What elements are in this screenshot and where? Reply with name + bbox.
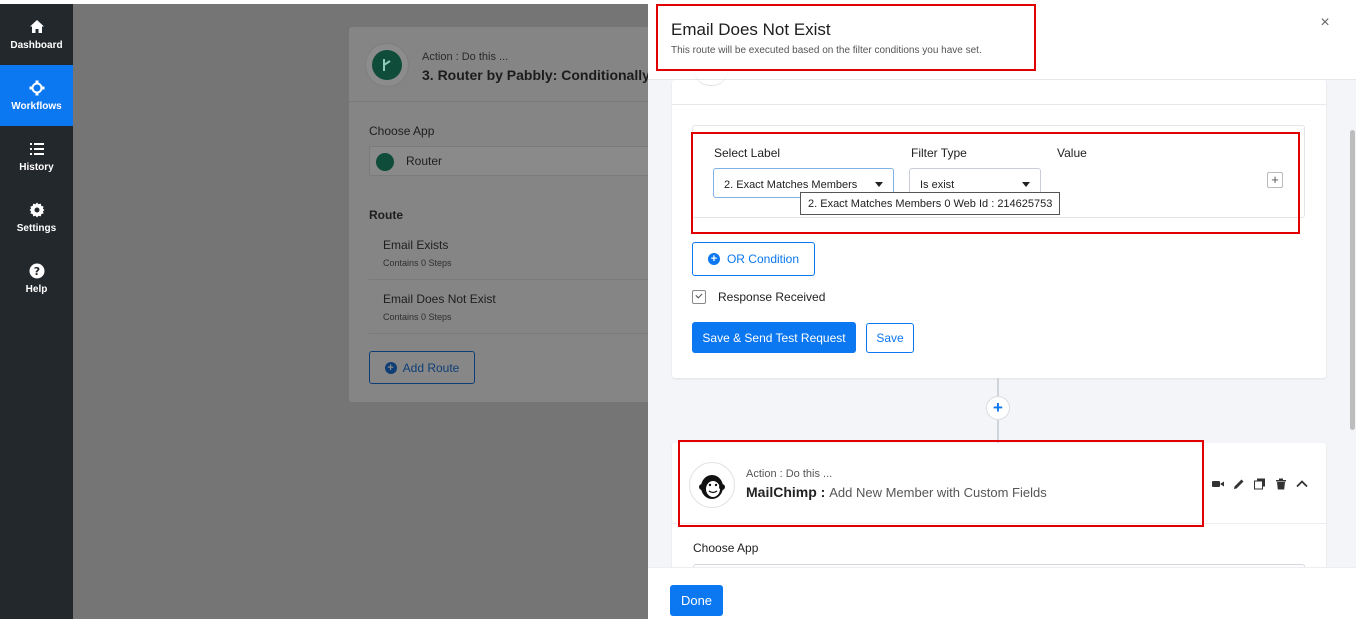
router-choose-app-label: Choose App bbox=[369, 124, 435, 138]
router-logo bbox=[365, 43, 409, 87]
route-steps: Contains 0 Steps bbox=[383, 258, 452, 268]
router-app-icon bbox=[376, 153, 394, 171]
mailchimp-action-desc: Add New Member with Custom Fields bbox=[829, 485, 1047, 500]
close-icon[interactable]: × bbox=[1316, 14, 1334, 32]
step-actions bbox=[1212, 477, 1308, 490]
card-divider bbox=[672, 523, 1326, 524]
scrollbar-thumb[interactable] bbox=[1350, 130, 1355, 430]
connector-line bbox=[997, 420, 999, 443]
plus-circle-icon: + bbox=[707, 253, 720, 265]
select-label-tooltip: 2. Exact Matches Members 0 Web Id : 2146… bbox=[800, 192, 1061, 215]
route-item-email-exists[interactable]: Email Exists Contains 0 Steps bbox=[369, 228, 651, 280]
workflow-icon bbox=[28, 79, 46, 97]
panel-title: Email Does Not Exist bbox=[671, 20, 831, 39]
mailchimp-app-name: MailChimp : bbox=[746, 484, 826, 500]
sidebar-item-history[interactable]: History bbox=[0, 126, 73, 187]
route-steps: Contains 0 Steps bbox=[383, 312, 452, 322]
filter-type-header: Filter Type bbox=[911, 146, 967, 160]
panel-subtitle: This route will be executed based on the… bbox=[671, 45, 982, 56]
add-filter-button[interactable]: + bbox=[1267, 172, 1283, 188]
checkbox-icon[interactable] bbox=[692, 290, 706, 304]
svg-text:?: ? bbox=[33, 265, 39, 278]
chevron-down-icon bbox=[1022, 182, 1030, 187]
sidebar-item-label: History bbox=[19, 162, 54, 173]
trash-icon[interactable] bbox=[1275, 477, 1287, 490]
done-button[interactable]: Done bbox=[670, 585, 723, 616]
chevron-up-icon[interactable] bbox=[1296, 477, 1308, 489]
card-divider bbox=[672, 104, 1326, 105]
router-action-label: Action : Do this ... bbox=[422, 51, 509, 63]
route-section-label: Route bbox=[369, 208, 403, 222]
value-header: Value bbox=[1057, 146, 1087, 160]
router-app-field[interactable]: Router bbox=[369, 146, 651, 176]
sidebar-item-workflows[interactable]: Workflows bbox=[0, 65, 73, 126]
panel-scrollbar[interactable] bbox=[1350, 80, 1356, 570]
sidebar-item-label: Settings bbox=[16, 223, 57, 234]
pencil-icon[interactable] bbox=[1233, 477, 1245, 489]
select-label-value: 2. Exact Matches Members bbox=[724, 179, 858, 191]
sidebar-item-label: Workflows bbox=[11, 101, 62, 112]
panel-header: Email Does Not Exist This route will be … bbox=[648, 4, 1356, 80]
gear-icon bbox=[28, 201, 46, 219]
route-name: Email Does Not Exist bbox=[383, 292, 496, 306]
mailchimp-choose-app-label: Choose App bbox=[693, 541, 759, 555]
route-name: Email Exists bbox=[383, 238, 449, 252]
mailchimp-step-card: Action : Do this ... MailChimp : Add New… bbox=[672, 443, 1326, 573]
sidebar-item-help[interactable]: ? Help bbox=[0, 248, 73, 309]
card-top-connector bbox=[694, 70, 728, 86]
filter-card: Select Label Filter Type Value 2. Exact … bbox=[672, 80, 1326, 378]
plus-circle-icon: + bbox=[384, 361, 397, 374]
mailchimp-step-title: MailChimp : Add New Member with Custom F… bbox=[746, 484, 1047, 500]
response-received-label: Response Received bbox=[718, 290, 826, 304]
add-route-label: Add Route bbox=[402, 360, 460, 375]
or-condition-button[interactable]: + OR Condition bbox=[692, 242, 815, 276]
router-step-card: Action : Do this ... 3. Router by Pabbly… bbox=[349, 27, 651, 402]
mailchimp-action-label: Action : Do this ... bbox=[746, 468, 833, 480]
save-send-test-button[interactable]: Save & Send Test Request bbox=[692, 322, 856, 353]
sidebar-item-dashboard[interactable]: Dashboard bbox=[0, 4, 73, 65]
filter-type-value: Is exist bbox=[920, 179, 955, 191]
router-step-title: 3. Router by Pabbly: Conditionally bbox=[422, 67, 650, 83]
help-icon: ? bbox=[28, 262, 46, 280]
select-label-header: Select Label bbox=[714, 146, 781, 160]
connector-line bbox=[997, 378, 999, 396]
router-app-value: Router bbox=[406, 154, 443, 168]
sidebar: Dashboard Workflows History Settings ? H… bbox=[0, 4, 73, 619]
response-received-toggle[interactable]: Response Received bbox=[692, 290, 825, 304]
mailchimp-logo bbox=[689, 462, 735, 508]
chevron-down-icon bbox=[875, 182, 883, 187]
route-item-email-does-not-exist[interactable]: Email Does Not Exist Contains 0 Steps bbox=[369, 282, 651, 334]
video-icon[interactable] bbox=[1212, 477, 1224, 489]
or-condition-label: OR Condition bbox=[726, 252, 800, 266]
save-button[interactable]: Save bbox=[866, 323, 914, 353]
sidebar-item-label: Dashboard bbox=[10, 40, 63, 51]
panel-footer: Done bbox=[648, 567, 1356, 619]
sidebar-item-settings[interactable]: Settings bbox=[0, 187, 73, 248]
add-route-button[interactable]: + Add Route bbox=[369, 351, 475, 384]
sidebar-item-label: Help bbox=[25, 284, 48, 295]
copy-icon[interactable] bbox=[1254, 477, 1266, 490]
home-icon bbox=[28, 18, 46, 36]
add-step-button[interactable]: + bbox=[986, 396, 1010, 420]
route-settings-panel: Email Does Not Exist This route will be … bbox=[648, 4, 1356, 619]
list-icon bbox=[28, 140, 46, 158]
